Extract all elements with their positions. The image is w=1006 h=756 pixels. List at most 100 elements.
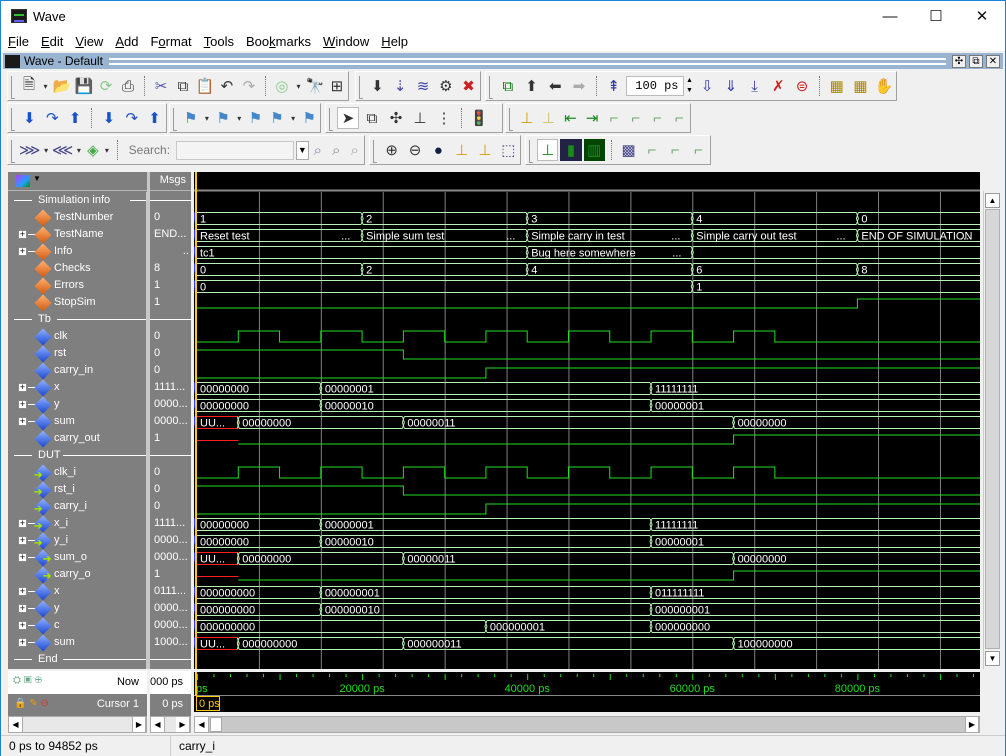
time-ruler-canvas[interactable]: ps 20000 ps 40000 ps 60000 ps 80000 ps 0 ps [194, 672, 980, 712]
menu-tools[interactable]: Tools [197, 34, 239, 49]
compile-wave-icon[interactable]: ≋ [413, 75, 434, 97]
wave-literal-icon[interactable]: ⊥ [537, 139, 559, 161]
zoom-region-icon[interactable]: ⬚ [498, 139, 519, 161]
signal-row[interactable]: rst [8, 345, 146, 363]
prev-falling-icon[interactable]: ⌐ [604, 107, 624, 129]
cursor-label[interactable]: Cursor 1 [97, 698, 139, 710]
scroll-up-button[interactable]: ▲ [985, 193, 1000, 208]
zoom-cursor-icon[interactable]: ⊥ [451, 139, 472, 161]
save-wave-dropdown-icon[interactable]: ▾ [289, 107, 298, 129]
signal-name[interactable]: x [54, 379, 60, 396]
signal-row[interactable]: + sum [8, 413, 146, 431]
expand-icon[interactable]: + [18, 638, 27, 647]
breakpoint-dropdown-icon[interactable]: ▾ [294, 75, 303, 97]
signal-row[interactable]: + y [8, 396, 146, 414]
new-dropdown-icon[interactable]: ▾ [41, 75, 50, 97]
memory-icon[interactable]: ▦ [850, 75, 872, 97]
signal-row[interactable]: clk [8, 328, 146, 346]
new-file-icon[interactable]: 🗎 [19, 75, 39, 97]
trace-forward-icon[interactable]: ⋘ [52, 139, 73, 161]
search-options-icon[interactable]: ⌕ [347, 139, 363, 161]
cursor-mode-icon[interactable]: ⋮ [433, 107, 455, 129]
search-next-icon[interactable]: ⌕ [328, 139, 344, 161]
run-length-icon[interactable]: ⇞ [603, 75, 625, 97]
signal-name[interactable]: sum [54, 413, 75, 430]
signal-name[interactable]: clk_i [54, 464, 76, 481]
pan-mode-icon[interactable]: ✣ [385, 107, 407, 129]
signal-row[interactable]: ➔ rst_i [8, 481, 146, 499]
trace-back-dropdown-icon[interactable]: ▾ [42, 139, 50, 161]
paste-icon[interactable]: 📋 [195, 75, 215, 97]
menu-view[interactable]: View [68, 34, 108, 49]
break-icon[interactable]: ✖ [458, 75, 479, 97]
hand-pan-icon[interactable]: ✋ [873, 75, 895, 97]
signal-row[interactable]: + x [8, 583, 146, 601]
wave-edge-icon[interactable]: ⌐ [688, 139, 709, 161]
wave-hscroll[interactable]: ◀ ▶ [194, 716, 980, 733]
wave-step-icon[interactable]: ⌐ [664, 139, 685, 161]
up-arrow-icon[interactable]: ⬆ [521, 75, 543, 97]
run-all-icon[interactable]: ⤓ [744, 75, 766, 97]
menu-help[interactable]: Help [374, 34, 413, 49]
signal-row[interactable]: Errors [8, 277, 146, 295]
minimize-button[interactable]: — [867, 1, 913, 31]
remove-wave-dropdown-icon[interactable]: ▾ [235, 107, 244, 129]
signal-row[interactable]: carry_out [8, 430, 146, 448]
now-icons[interactable]: ⛭ ▣ ⊕ [13, 675, 42, 686]
step-out-all-icon[interactable]: ⬆ [144, 107, 165, 129]
bookmark-link-icon[interactable]: ⧉ [497, 75, 519, 97]
group-divider[interactable]: DUT [8, 447, 146, 464]
copy-icon[interactable]: ⧉ [173, 75, 193, 97]
scroll-thumb[interactable] [985, 209, 1000, 649]
scroll-down-button[interactable]: ▼ [985, 651, 1000, 666]
names-hscroll[interactable]: ◀ ▶ [8, 716, 147, 733]
zoom-out-icon[interactable]: ⊖ [404, 139, 425, 161]
format-dropdown-icon[interactable]: ▼ [33, 174, 41, 183]
next-transition-icon[interactable]: ⇥ [582, 107, 602, 129]
trace-forward-dropdown-icon[interactable]: ▾ [75, 139, 83, 161]
delete-cursor-icon[interactable]: ⊥ [539, 107, 559, 129]
wave-analog-icon[interactable]: ▥ [583, 139, 605, 161]
signal-row[interactable]: ➔ clk_i [8, 464, 146, 482]
search-prev-icon[interactable]: ⌕ [310, 139, 326, 161]
signal-name[interactable]: rst_i [54, 481, 75, 498]
tree-expand-icon[interactable]: ⊞ [327, 75, 347, 97]
drag-grip[interactable] [108, 57, 946, 65]
stop-icon[interactable]: ⊜ [791, 75, 813, 97]
menu-edit[interactable]: Edit [34, 34, 68, 49]
group-divider[interactable]: Simulation info [8, 192, 146, 209]
zoom-mode-icon[interactable]: ⧉ [361, 107, 383, 129]
signal-name[interactable]: Errors [54, 277, 84, 294]
break-run-icon[interactable]: ✗ [767, 75, 789, 97]
right-arrow-icon[interactable]: ➡ [568, 75, 590, 97]
dock-icon[interactable]: ✣ [952, 54, 966, 68]
add-wave-dropdown-icon[interactable]: ▾ [202, 107, 211, 129]
insert-cursor-icon[interactable]: ⊥ [517, 107, 537, 129]
vertical-scrollbar[interactable]: ▲ ▼ [983, 191, 1001, 669]
close-button[interactable]: ✕ [959, 1, 1005, 31]
compile-all-icon[interactable]: ⇣ [390, 75, 411, 97]
signal-row[interactable]: + ➔ x_i [8, 515, 146, 533]
simulate-icon[interactable]: ⚙ [435, 75, 456, 97]
signal-name[interactable]: TestNumber [54, 209, 113, 226]
signal-row[interactable]: + c [8, 617, 146, 635]
waveform-pane[interactable]: 1 2 3 4 0 Reset test... Simple sum test... Simp… [193, 172, 980, 669]
expand-icon[interactable]: + [18, 587, 27, 596]
open-folder-icon[interactable]: 📂 [52, 75, 72, 97]
step-out-icon[interactable]: ⬆ [65, 107, 86, 129]
signal-name[interactable]: x_i [54, 515, 68, 532]
signal-name[interactable]: TestName [54, 226, 104, 243]
signal-row[interactable]: + y [8, 600, 146, 618]
expand-icon[interactable]: + [18, 553, 27, 562]
signal-name[interactable]: Info [54, 243, 72, 260]
redo-icon[interactable]: ↷ [239, 75, 259, 97]
trace-x-icon[interactable]: ◈ [85, 139, 101, 161]
menu-format[interactable]: Format [143, 34, 196, 49]
signal-row[interactable]: + ➔ y_i [8, 532, 146, 550]
export-wave-icon[interactable]: ⚑ [300, 107, 319, 129]
run-length-input[interactable] [625, 76, 684, 96]
signal-row[interactable]: ➔ carry_i [8, 498, 146, 516]
group-divider[interactable]: End [8, 651, 146, 668]
signal-name[interactable]: carry_in [54, 362, 93, 379]
signal-row[interactable]: + Info [8, 243, 146, 261]
